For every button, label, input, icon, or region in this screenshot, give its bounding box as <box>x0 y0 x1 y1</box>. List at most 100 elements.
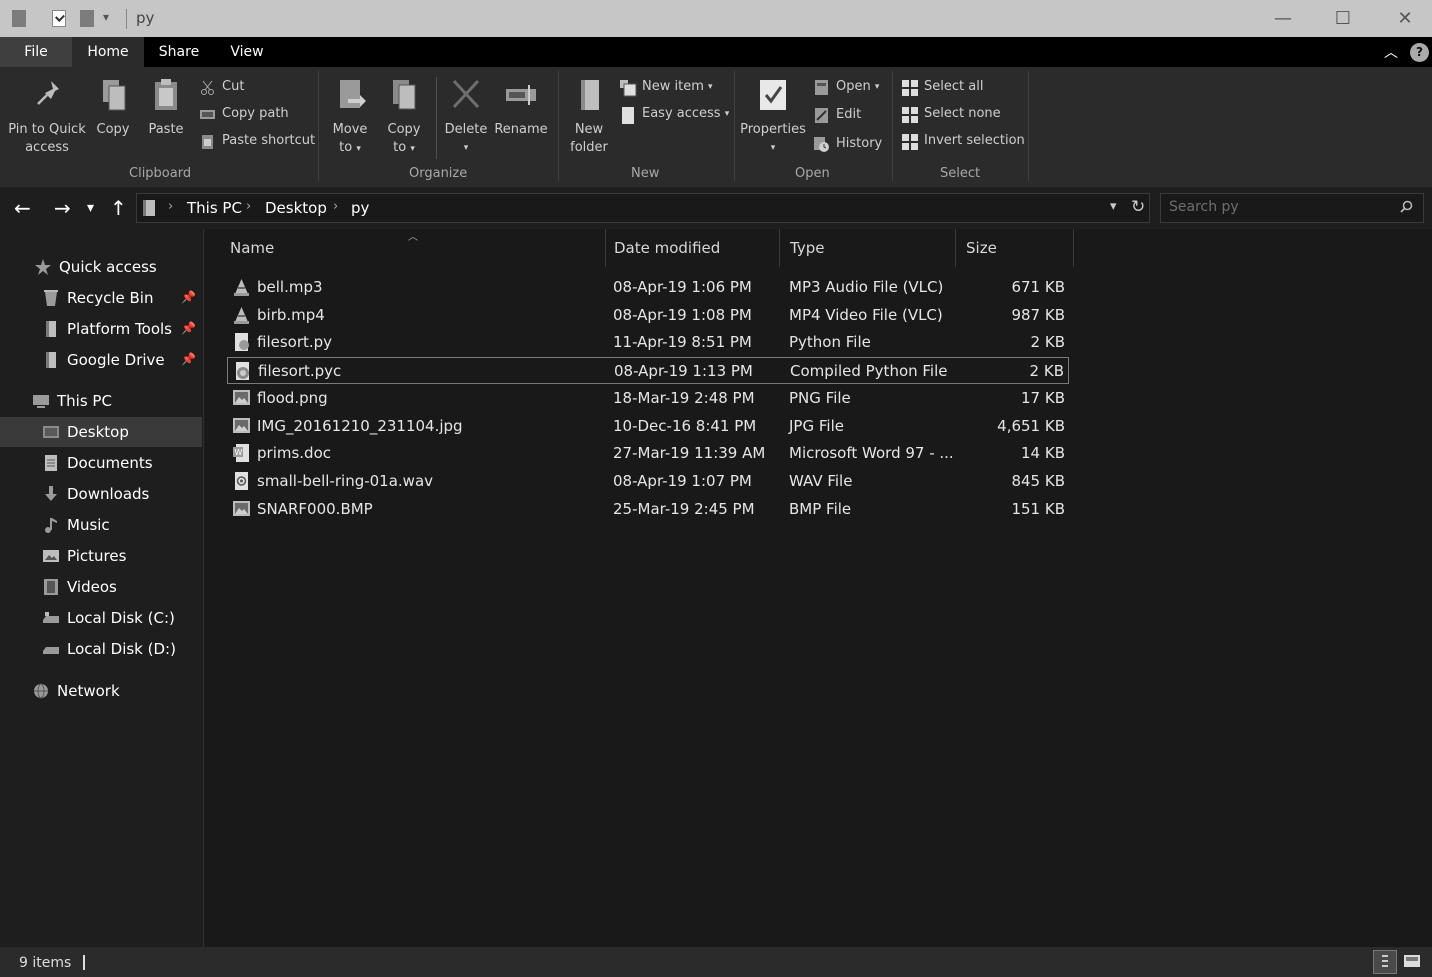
breadcrumb-chevron-icon[interactable]: › <box>246 199 251 214</box>
easy-access-icon <box>620 106 635 124</box>
tab-home[interactable]: Home <box>72 37 144 67</box>
new-folder-button[interactable]: New folder <box>566 77 612 157</box>
file-row[interactable]: birb.mp4 08-Apr-19 1:08 PM MP4 Video File … <box>227 302 1069 329</box>
nav-local-disk-c[interactable]: Local Disk (C:) <box>0 603 202 633</box>
nav-local-disk-d[interactable]: Local Disk (D:) <box>0 634 202 664</box>
move-to-chevron-down-icon: ▾ <box>356 144 361 154</box>
column-header-size[interactable]: Size <box>956 229 1074 267</box>
file-row[interactable]: filesort.pyc 08-Apr-19 1:13 PM Compiled Py… <box>227 357 1069 385</box>
breadcrumb-this-pc[interactable]: This PC <box>187 199 242 217</box>
move-to-label-line2: to <box>339 140 353 155</box>
cut-button[interactable]: Cut <box>200 77 244 97</box>
pin-to-quick-access-button[interactable]: Pin to Quick access <box>6 77 88 157</box>
history-button[interactable]: History <box>814 134 882 154</box>
file-row[interactable]: filesort.py 11-Apr-19 8:51 PM Python File 2… <box>227 329 1069 356</box>
delete-button[interactable]: Delete ▾ <box>442 77 490 157</box>
help-icon[interactable]: ? <box>1410 43 1429 62</box>
column-header-type[interactable]: Type <box>780 229 956 267</box>
breadcrumb-py[interactable]: py <box>351 199 369 217</box>
breadcrumb-chevron-icon[interactable]: › <box>168 199 173 214</box>
details-view-button[interactable] <box>1373 950 1397 974</box>
computer-icon <box>32 392 50 410</box>
minimize-button[interactable]: — <box>1260 0 1306 37</box>
nav-downloads[interactable]: Downloads <box>0 479 202 509</box>
edit-pencil-icon <box>814 107 829 123</box>
pin-icon[interactable]: 📌 <box>181 352 196 366</box>
file-row[interactable]: IMG_20161210_231104.jpg 10-Dec-16 8:41 PM… <box>227 413 1069 440</box>
file-row[interactable]: flood.png 18-Mar-19 2:48 PM PNG File 17 KB <box>227 385 1069 412</box>
back-arrow-icon[interactable]: ← <box>14 196 31 220</box>
new-folder-quick-icon[interactable] <box>80 10 94 27</box>
select-none-button[interactable]: Select none <box>902 104 1001 124</box>
nav-videos[interactable]: Videos <box>0 572 202 602</box>
file-type: Python File <box>789 333 871 352</box>
nav-recycle-bin[interactable]: Recycle Bin 📌 <box>0 283 202 313</box>
close-button[interactable]: ✕ <box>1382 0 1428 37</box>
file-row[interactable]: SNARF000.BMP 25-Mar-19 2:45 PM BMP File 151… <box>227 496 1069 523</box>
address-bar[interactable]: › This PC › Desktop › py ▾ ↻ <box>136 193 1150 223</box>
nav-quick-access[interactable]: Quick access <box>0 252 202 282</box>
invert-selection-icon <box>902 133 918 150</box>
customize-quick-access-chevron-icon[interactable]: ▾ <box>103 10 109 24</box>
select-all-button[interactable]: Select all <box>902 77 983 97</box>
file-row[interactable]: small-bell-ring-01a.wav 08-Apr-19 1:07 PM… <box>227 468 1069 495</box>
column-header-date-modified[interactable]: Date modified <box>604 229 780 267</box>
search-input[interactable] <box>1169 199 1389 215</box>
new-item-button[interactable]: New item ▾ <box>620 77 713 97</box>
copy-button[interactable]: Copy <box>92 77 134 139</box>
column-header-name[interactable]: Name <box>220 229 606 267</box>
nav-platform-tools[interactable]: Platform Tools 📌 <box>0 314 202 344</box>
open-button[interactable]: Open ▾ <box>814 77 879 97</box>
forward-arrow-icon[interactable]: → <box>54 196 71 220</box>
nav-desktop[interactable]: Desktop <box>0 417 202 447</box>
file-size: 151 KB <box>1011 499 1065 518</box>
large-icons-view-icon <box>1404 955 1420 967</box>
properties-button[interactable]: Properties ▾ <box>740 77 806 157</box>
search-icon[interactable] <box>1400 200 1413 213</box>
move-to-icon <box>334 77 366 113</box>
divider <box>126 9 127 29</box>
ribbon-tabs: File Home Share View ︿ ? <box>0 37 1432 67</box>
file-name: prims.doc <box>257 444 331 463</box>
nav-music[interactable]: Music <box>0 510 202 540</box>
open-chevron-down-icon: ▾ <box>874 82 880 92</box>
tab-file[interactable]: File <box>0 37 72 67</box>
nav-pictures[interactable]: Pictures <box>0 541 202 571</box>
large-icons-view-button[interactable] <box>1401 950 1425 974</box>
search-box <box>1160 193 1424 223</box>
address-history-chevron-down-icon[interactable]: ▾ <box>1110 199 1117 214</box>
paste-shortcut-icon <box>200 134 215 149</box>
rename-button[interactable]: Rename <box>494 77 548 139</box>
easy-access-button[interactable]: Easy access ▾ <box>620 104 729 124</box>
breadcrumb-desktop[interactable]: Desktop <box>265 199 327 217</box>
properties-quick-icon[interactable] <box>52 10 66 27</box>
maximize-button[interactable]: ☐ <box>1320 0 1366 37</box>
paste-shortcut-button[interactable]: Paste shortcut <box>200 131 315 151</box>
nav-documents[interactable]: Documents <box>0 448 202 478</box>
select-none-icon <box>902 106 918 123</box>
image-file-icon <box>233 500 250 518</box>
move-to-button[interactable]: Move to ▾ <box>328 77 372 158</box>
pin-icon[interactable]: 📌 <box>181 321 196 335</box>
copy-to-button[interactable]: Copy to ▾ <box>382 77 426 158</box>
refresh-icon[interactable]: ↻ <box>1131 197 1145 217</box>
tab-view[interactable]: View <box>218 37 276 67</box>
file-row[interactable]: bell.mp3 08-Apr-19 1:06 PM MP3 Audio File … <box>227 274 1069 301</box>
nav-this-pc[interactable]: This PC <box>0 386 202 416</box>
recycle-bin-icon <box>42 289 60 307</box>
recent-locations-chevron-down-icon[interactable]: ▾ <box>87 200 94 216</box>
collapse-ribbon-chevron-up-icon[interactable]: ︿ <box>1384 42 1398 62</box>
nav-network[interactable]: Network <box>0 676 202 706</box>
invert-selection-button[interactable]: Invert selection <box>902 131 1025 151</box>
up-arrow-icon[interactable]: ↑ <box>110 196 127 220</box>
breadcrumb-chevron-icon[interactable]: › <box>333 199 338 214</box>
pin-icon[interactable]: 📌 <box>181 290 196 304</box>
nav-google-drive[interactable]: Google Drive 📌 <box>0 345 202 375</box>
clipboard-group-label: Clipboard <box>129 166 192 181</box>
file-row[interactable]: Wprims.doc 27-Mar-19 11:39 AM Microsoft Wo… <box>227 440 1069 467</box>
copy-path-button[interactable]: Copy path <box>200 104 289 124</box>
folder-icon <box>42 351 60 369</box>
paste-button[interactable]: Paste <box>145 77 187 139</box>
edit-button[interactable]: Edit <box>814 105 861 125</box>
tab-share[interactable]: Share <box>148 37 210 67</box>
